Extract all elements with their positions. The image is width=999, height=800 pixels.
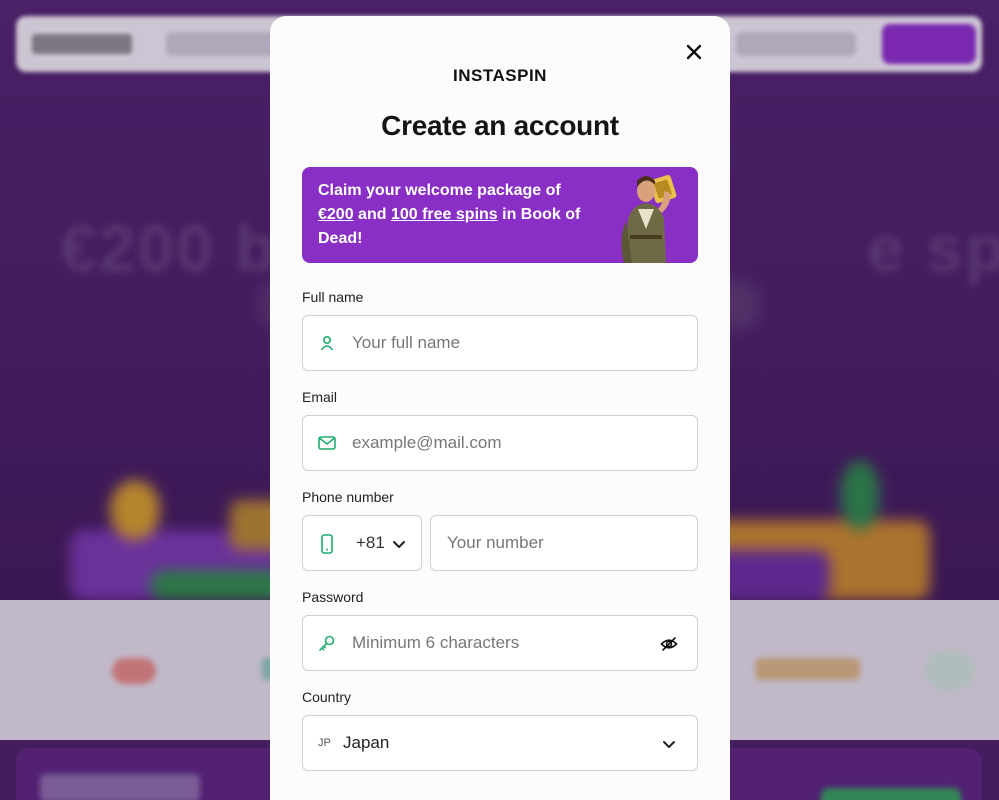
phone-number-placeholder: Your number: [447, 533, 544, 552]
phone-label: Phone number: [302, 489, 394, 505]
password-placeholder: Minimum 6 characters: [352, 633, 520, 652]
mail-icon: [318, 434, 336, 452]
promo-end: Dead!: [318, 230, 363, 247]
eye-off-icon: [660, 637, 678, 651]
signup-modal: INSTASPIN Create an account Claim your w…: [270, 16, 730, 800]
chevron-down-icon: [663, 741, 675, 748]
promo-spins-link[interactable]: 100 free spins: [391, 206, 498, 223]
promo-amount-link[interactable]: €200: [318, 206, 354, 223]
toggle-password-visibility[interactable]: [659, 634, 679, 654]
page-title: Create an account: [381, 110, 619, 141]
promo-and: and: [358, 206, 387, 223]
phone-number-input[interactable]: Your number: [430, 515, 698, 571]
email-input[interactable]: example@mail.com: [302, 415, 698, 471]
country-value: Japan: [343, 733, 390, 752]
country-select[interactable]: JP Japan: [302, 715, 698, 771]
adventurer-illustration: [621, 174, 677, 263]
email-label: Email: [302, 389, 338, 405]
full-name-label: Full name: [302, 289, 364, 305]
promo-in: in Book of: [502, 206, 581, 223]
full-name-placeholder: Your full name: [352, 333, 461, 352]
close-icon: [686, 44, 702, 60]
promo-line1: Claim your welcome package of: [318, 182, 561, 199]
country-label: Country: [302, 689, 352, 705]
user-icon: [318, 334, 336, 352]
email-placeholder: example@mail.com: [352, 433, 502, 452]
key-icon: [318, 634, 336, 652]
full-name-input[interactable]: Your full name: [302, 315, 698, 371]
country-flag-code: JP: [318, 737, 331, 749]
chevron-down-icon: [393, 541, 405, 548]
password-input[interactable]: Minimum 6 characters: [302, 615, 698, 671]
brand-logo: INSTASPIN: [453, 66, 547, 85]
welcome-promo-banner: Claim your welcome package of €200 and 1…: [302, 167, 698, 263]
phone-code-value: +81: [356, 533, 385, 552]
password-label: Password: [302, 589, 364, 605]
country-dropdown-toggle[interactable]: [659, 734, 679, 754]
phone-icon: [321, 534, 333, 554]
phone-country-code-select[interactable]: +81: [302, 515, 422, 571]
close-button[interactable]: [682, 40, 706, 64]
promo-text: Claim your welcome package of €200 and 1…: [318, 179, 618, 251]
